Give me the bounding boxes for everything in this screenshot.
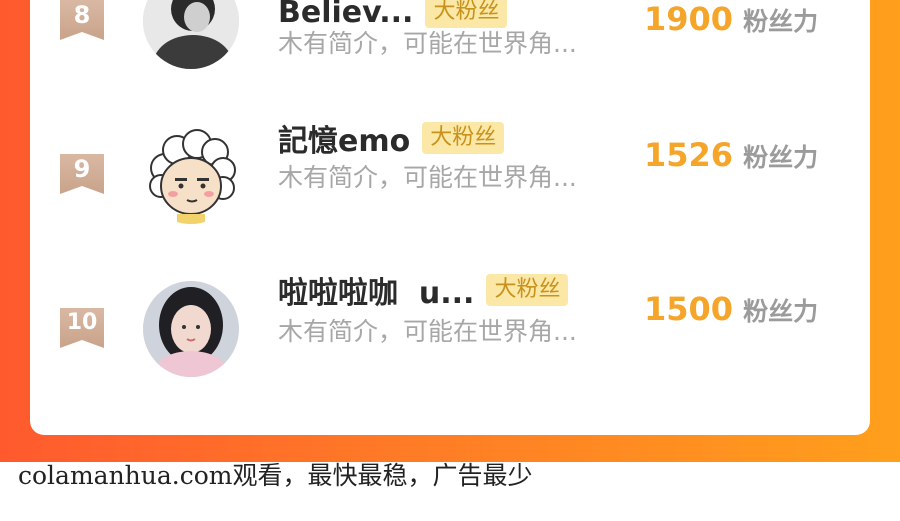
fan-power-unit: 粉丝力 xyxy=(743,7,819,36)
avatar-photo-icon xyxy=(143,281,239,377)
rank-number: 8 xyxy=(73,1,91,29)
fan-power: 1526 粉丝力 xyxy=(644,136,818,174)
fan-power-value: 1900 xyxy=(644,0,734,38)
user-name-line: 記憶emo 大粉丝 xyxy=(278,116,505,160)
fan-power: 1900 粉丝力 xyxy=(644,0,818,38)
watermark-footer-text: colamanhua.com观看，最快最稳，广告最少 xyxy=(18,461,533,490)
fan-power-unit: 粉丝力 xyxy=(743,297,819,326)
avatar[interactable] xyxy=(143,128,239,224)
list-item[interactable]: 10 啦啦啦咖 u... 大粉丝 木有简介，可能在世界角... 1500 粉丝力 xyxy=(30,258,870,377)
user-bio: 木有简介，可能在世界角... xyxy=(278,163,577,192)
fan-power-unit: 粉丝力 xyxy=(743,143,819,172)
avatar[interactable] xyxy=(143,0,239,69)
user-bio: 木有简介，可能在世界角... xyxy=(278,317,577,346)
rank-number: 10 xyxy=(66,310,98,335)
user-name-line: 啦啦啦咖 u... 大粉丝 xyxy=(278,268,569,312)
rank-badge-icon: 8 xyxy=(60,0,104,40)
list-item[interactable]: 8 Believ... 大粉丝 木有简介，可能在世界角... 1900 粉丝力 xyxy=(30,0,870,90)
user-name[interactable]: 記憶emo xyxy=(278,116,410,160)
fan-power: 1500 粉丝力 xyxy=(644,290,818,328)
sheep-avatar-icon xyxy=(143,128,239,224)
fan-power-value: 1500 xyxy=(644,290,734,328)
fan-ranking-card: 8 Believ... 大粉丝 木有简介，可能在世界角... 1900 粉丝力 … xyxy=(30,0,870,435)
user-name[interactable]: 啦啦啦咖 u... xyxy=(278,268,474,312)
fan-power-value: 1526 xyxy=(644,136,734,174)
rank-badge-icon: 10 xyxy=(60,308,104,348)
avatar-photo-icon xyxy=(143,0,239,69)
list-item[interactable]: 9 記憶emo 大粉丝 木有简介，可能在世界角... 1526 粉丝力 xyxy=(30,104,870,224)
avatar[interactable] xyxy=(143,281,239,377)
fan-level-badge: 大粉丝 xyxy=(486,274,569,306)
user-bio: 木有简介，可能在世界角... xyxy=(278,29,577,58)
rank-badge-icon: 9 xyxy=(60,154,104,194)
fan-level-badge: 大粉丝 xyxy=(422,122,505,154)
rank-number: 9 xyxy=(73,155,91,183)
